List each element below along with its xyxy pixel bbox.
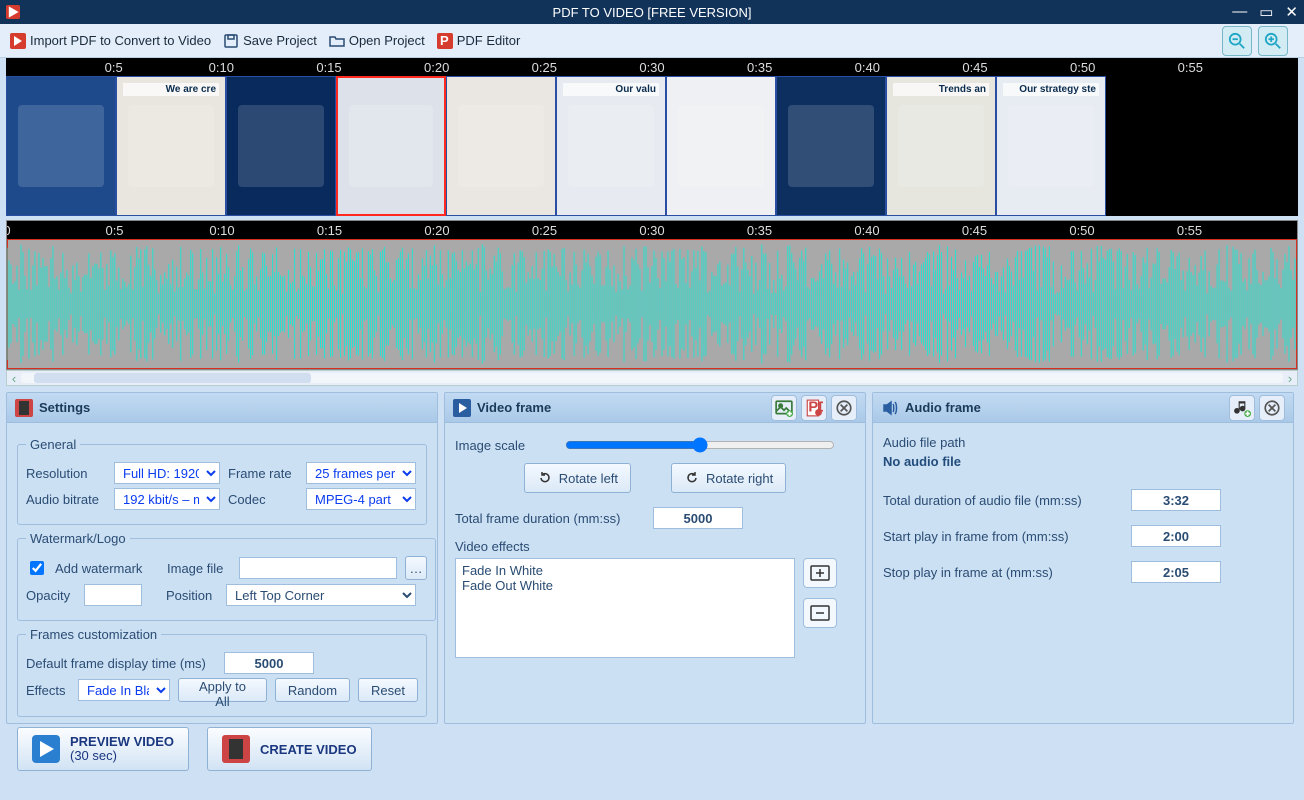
timeline-frame[interactable] <box>666 76 776 216</box>
timeline-frame[interactable] <box>226 76 336 216</box>
preview-video-button[interactable]: PREVIEW VIDEO (30 sec) <box>17 727 189 771</box>
frame-duration-input[interactable] <box>653 507 743 529</box>
scroll-thumb[interactable] <box>34 373 312 383</box>
audio-start-input[interactable] <box>1131 525 1221 547</box>
timeline-frame[interactable]: Our strategy ste <box>996 76 1106 216</box>
audio-frame-panel: Audio frame Audio file path No audio fil… <box>872 392 1294 724</box>
effect-item[interactable]: Fade Out White <box>462 578 788 593</box>
pdf-label: PDF Editor <box>457 33 521 48</box>
timeline-frame[interactable] <box>336 76 446 216</box>
watermark-group: Watermark/Logo Add watermark Image file … <box>17 531 436 621</box>
add-pdf-button[interactable]: PDF <box>801 395 827 421</box>
rotate-left-button[interactable]: Rotate left <box>524 463 631 493</box>
window-title: PDF TO VIDEO [FREE VERSION] <box>553 5 752 20</box>
scroll-right-icon[interactable]: › <box>1283 371 1297 385</box>
create-video-button[interactable]: CREATE VIDEO <box>207 727 372 771</box>
framerate-select[interactable]: 25 frames per se <box>306 462 416 484</box>
timeline-scrollbar[interactable]: ‹ › <box>6 370 1298 386</box>
maximize-icon[interactable]: ▭ <box>1259 3 1273 21</box>
position-select[interactable]: Left Top Corner <box>226 584 416 606</box>
timeline-frame[interactable]: Trends an <box>886 76 996 216</box>
codec-select[interactable]: MPEG-4 part 2 <box>306 488 416 510</box>
video-ruler: 0:50:100:150:200:250:300:350:400:450:500… <box>6 58 1298 76</box>
browse-image-button[interactable]: … <box>405 556 427 580</box>
video-effects-list[interactable]: Fade In WhiteFade Out White <box>455 558 795 658</box>
image-file-input[interactable] <box>239 557 397 579</box>
save-project-button[interactable]: Save Project <box>223 33 317 49</box>
pdf-editor-button[interactable]: P PDF Editor <box>437 33 521 49</box>
speaker-icon <box>881 399 899 417</box>
audio-title: Audio frame <box>905 400 981 415</box>
app-icon <box>6 5 20 19</box>
audio-file-path: No audio file <box>883 454 961 469</box>
toolbar: Import PDF to Convert to Video Save Proj… <box>0 24 1304 58</box>
general-group: General Resolution Full HD: 1920 x Frame… <box>17 437 427 525</box>
zoom-out-button[interactable] <box>1222 26 1252 56</box>
import-pdf-button[interactable]: Import PDF to Convert to Video <box>10 33 211 49</box>
svg-text:P: P <box>440 33 449 48</box>
video-title: Video frame <box>477 400 551 415</box>
add-watermark-checkbox[interactable] <box>30 561 44 575</box>
scroll-left-icon[interactable]: ‹ <box>7 371 21 385</box>
add-audio-button[interactable] <box>1229 395 1255 421</box>
bitrate-select[interactable]: 192 kbit/s – me <box>114 488 220 510</box>
opacity-input[interactable] <box>84 584 142 606</box>
audio-duration-input[interactable] <box>1131 489 1221 511</box>
film-icon <box>15 399 33 417</box>
effects-select[interactable]: Fade In Blac <box>78 679 170 701</box>
zoom-in-button[interactable] <box>1258 26 1288 56</box>
minimize-icon[interactable]: — <box>1232 3 1247 21</box>
resolution-select[interactable]: Full HD: 1920 x <box>114 462 220 484</box>
add-image-button[interactable] <box>771 395 797 421</box>
open-project-button[interactable]: Open Project <box>329 33 425 49</box>
settings-panel: Settings General Resolution Full HD: 192… <box>6 392 438 724</box>
remove-effect-button[interactable] <box>803 598 837 628</box>
video-timeline[interactable]: 0:50:100:150:200:250:300:350:400:450:500… <box>6 58 1298 216</box>
image-scale-slider[interactable] <box>565 437 835 453</box>
audio-ruler: 00:50:100:150:200:250:300:350:400:450:50… <box>7 221 1297 239</box>
timeline-frame[interactable] <box>776 76 886 216</box>
audio-timeline[interactable]: 00:50:100:150:200:250:300:350:400:450:50… <box>6 220 1298 370</box>
waveform <box>7 239 1297 369</box>
remove-frame-button[interactable] <box>831 395 857 421</box>
reset-button[interactable]: Reset <box>358 678 418 702</box>
video-frame-panel: Video frame PDF Image scale Rotate left … <box>444 392 866 724</box>
settings-title: Settings <box>39 400 90 415</box>
save-label: Save Project <box>243 33 317 48</box>
close-icon[interactable]: ✕ <box>1285 3 1298 21</box>
random-button[interactable]: Random <box>275 678 350 702</box>
audio-stop-input[interactable] <box>1131 561 1221 583</box>
timeline-frame[interactable] <box>6 76 116 216</box>
open-label: Open Project <box>349 33 425 48</box>
titlebar: PDF TO VIDEO [FREE VERSION] — ▭ ✕ <box>0 0 1304 24</box>
apply-all-button[interactable]: Apply to All <box>178 678 267 702</box>
default-time-input[interactable] <box>224 652 314 674</box>
timeline-frame[interactable] <box>446 76 556 216</box>
timeline-frame[interactable]: We are cre <box>116 76 226 216</box>
remove-audio-button[interactable] <box>1259 395 1285 421</box>
play-square-icon <box>453 399 471 417</box>
import-label: Import PDF to Convert to Video <box>30 33 211 48</box>
add-effect-button[interactable] <box>803 558 837 588</box>
timeline-frame[interactable]: Our valu <box>556 76 666 216</box>
frames-group: Frames customization Default frame displ… <box>17 627 427 717</box>
rotate-right-button[interactable]: Rotate right <box>671 463 786 493</box>
effect-item[interactable]: Fade In White <box>462 563 788 578</box>
